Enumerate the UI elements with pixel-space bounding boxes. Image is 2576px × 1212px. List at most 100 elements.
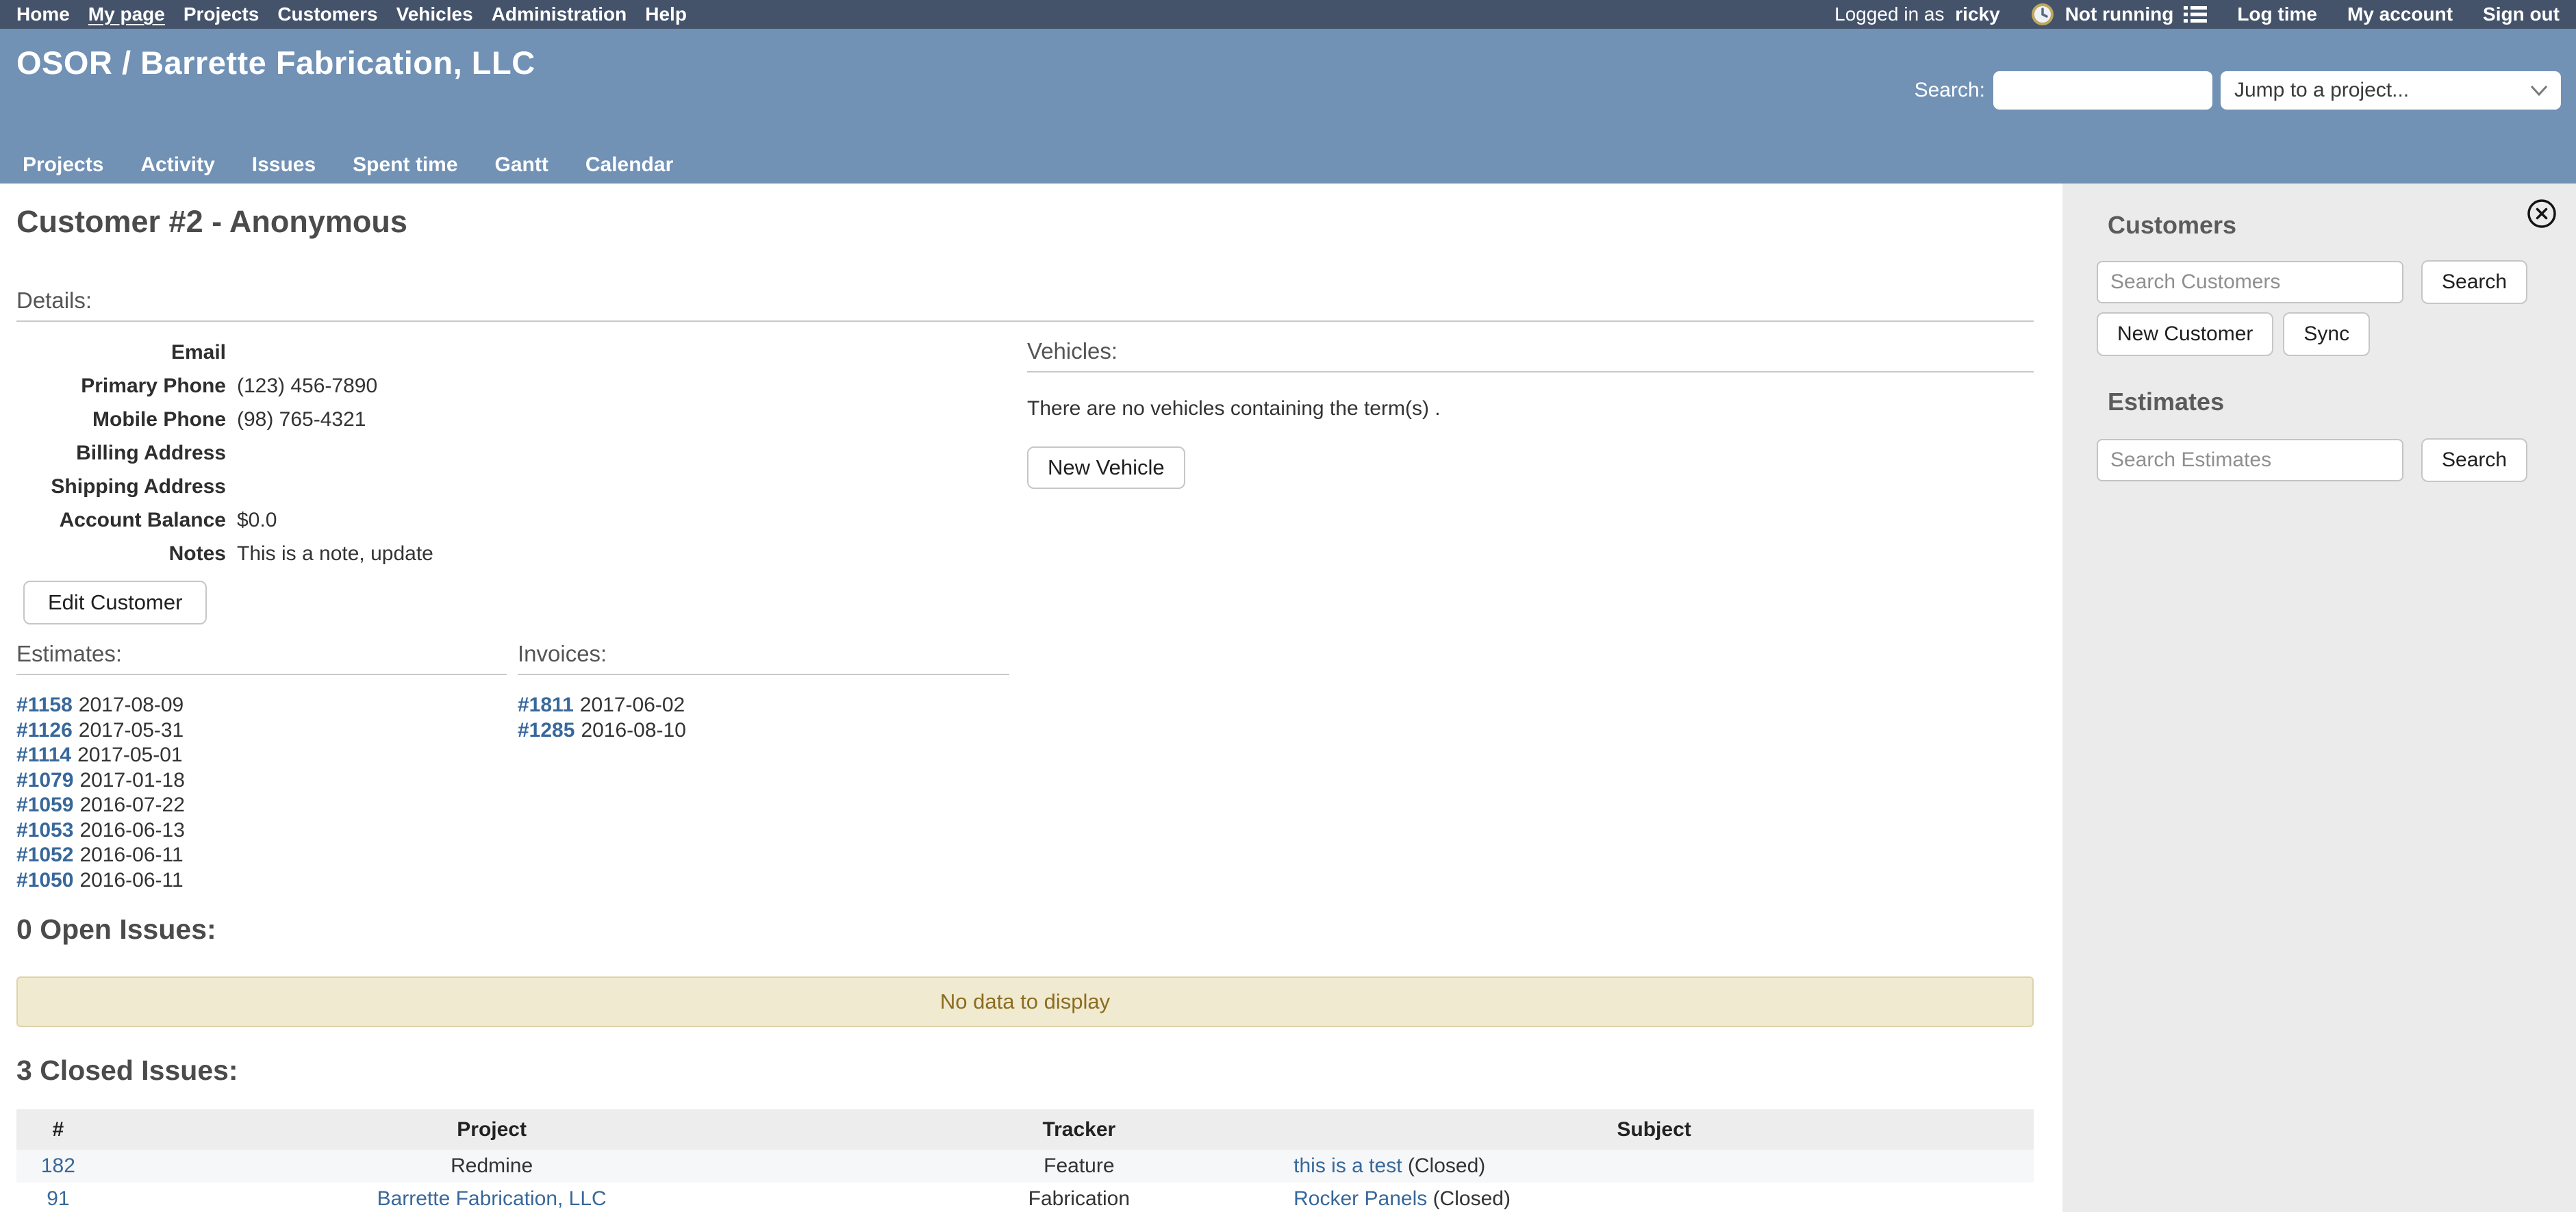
estimate-link[interactable]: #1158 (16, 694, 73, 716)
issue-id-link[interactable]: 91 (47, 1187, 69, 1210)
sidebar-estimates-heading: Estimates (2108, 388, 2224, 416)
vehicles-heading: Vehicles: (1027, 338, 2034, 373)
estimate-link[interactable]: #1114 (16, 744, 71, 766)
search-customers-input[interactable] (2097, 261, 2403, 303)
username-link[interactable]: ricky (1955, 3, 1999, 25)
estimate-date: 2016-06-13 (79, 819, 184, 842)
vehicles-empty-message: There are no vehicles containing the ter… (1027, 397, 2034, 420)
issue-id-link[interactable]: 182 (41, 1154, 75, 1177)
top-link-my-page[interactable]: My page (88, 3, 165, 25)
estimate-date: 2016-06-11 (79, 844, 183, 866)
top-menu-bar: Home My page Projects Customers Vehicles… (0, 0, 2576, 29)
invoice-link[interactable]: #1285 (518, 719, 574, 742)
tab-issues[interactable]: Issues (252, 153, 316, 177)
estimate-link[interactable]: #1079 (16, 769, 73, 792)
top-link-vehicles[interactable]: Vehicles (396, 3, 473, 25)
detail-label: Mobile Phone (16, 408, 226, 431)
issue-subject-link[interactable]: this is a test (1293, 1154, 1402, 1177)
sidebar: Customers Search New Customer Sync Estim… (2062, 184, 2576, 1212)
list-item: #1053 2016-06-13 (16, 818, 507, 844)
detail-row-shipping-address: Shipping Address (16, 470, 975, 503)
edit-customer-button[interactable]: Edit Customer (23, 581, 207, 624)
estimate-link[interactable]: #1052 (16, 844, 73, 866)
search-estimates-button[interactable]: Search (2421, 438, 2527, 482)
my-account-link[interactable]: My account (2347, 3, 2453, 25)
project-cell: Redmine (451, 1154, 533, 1177)
tab-activity[interactable]: Activity (140, 153, 214, 177)
estimate-link[interactable]: #1050 (16, 869, 73, 892)
invoice-date: 2016-08-10 (581, 719, 685, 742)
sidebar-customers-heading: Customers (2108, 211, 2236, 240)
detail-label: Shipping Address (16, 475, 226, 498)
top-link-projects[interactable]: Projects (184, 3, 260, 25)
column-header-subject: Subject (1274, 1109, 2034, 1150)
list-item: #10502016-06-11 (16, 868, 507, 894)
estimate-date: 2016-07-22 (79, 794, 184, 816)
list-item: #1114 2017-05-01 (16, 743, 507, 768)
list-item: #1079 2017-01-18 (16, 768, 507, 794)
issue-subject-link[interactable]: Rocker Panels (1293, 1187, 1427, 1210)
timer-status-text: Not running (2065, 3, 2174, 25)
timer-list-icon[interactable] (2184, 5, 2207, 24)
detail-value: $0.0 (226, 509, 277, 532)
customers-actions-row: New Customer Sync (2097, 312, 2370, 356)
estimates-list: #11582017-08-09 #11262017-05-31 #1114201… (16, 693, 507, 893)
detail-row-billing-address: Billing Address (16, 436, 975, 470)
sync-button[interactable]: Sync (2283, 312, 2370, 356)
close-sidebar-button[interactable] (2525, 197, 2558, 230)
detail-label: Billing Address (16, 442, 226, 465)
tracker-cell: Fabrication (1028, 1187, 1130, 1210)
new-vehicle-button[interactable]: New Vehicle (1027, 446, 1185, 489)
jump-select-value: Jump to a project... (2234, 79, 2409, 102)
invoices-heading: Invoices: (518, 641, 1009, 675)
estimate-date: 2017-05-31 (79, 719, 184, 742)
app-window: Home My page Projects Customers Vehicles… (0, 0, 2576, 1212)
search-input[interactable] (1993, 71, 2212, 110)
estimate-date: 2017-01-18 (79, 769, 184, 792)
invoice-link[interactable]: #1811 (518, 694, 574, 716)
estimates-heading: Estimates: (16, 641, 507, 675)
sign-out-link[interactable]: Sign out (2483, 3, 2560, 25)
list-item: #1052 2016-06-11 (16, 843, 507, 868)
table-header-row: # Project Tracker Subject (16, 1109, 2034, 1150)
detail-label: Account Balance (16, 509, 226, 532)
close-icon (2525, 197, 2558, 230)
estimates-search-row: Search (2097, 438, 2527, 482)
page-title: Customer #2 - Anonymous (16, 204, 407, 240)
estimate-link[interactable]: #1053 (16, 819, 73, 842)
search-estimates-input[interactable] (2097, 439, 2403, 481)
logged-in-as: Logged in as ricky (1834, 3, 2000, 25)
timer-widget: Not running (2030, 2, 2208, 27)
log-time-link[interactable]: Log time (2237, 3, 2317, 25)
top-link-home[interactable]: Home (16, 3, 70, 25)
list-item: #1811 2017-06-02 (518, 693, 1009, 718)
tab-gantt[interactable]: Gantt (495, 153, 548, 177)
tab-calendar[interactable]: Calendar (585, 153, 673, 177)
estimate-date: 2017-05-01 (77, 744, 182, 766)
column-header-id: # (16, 1109, 100, 1150)
details-heading: Details: (16, 288, 2034, 322)
top-link-administration[interactable]: Administration (492, 3, 627, 25)
timer-clock-icon (2030, 2, 2055, 27)
top-link-customers[interactable]: Customers (277, 3, 377, 25)
tab-spent-time[interactable]: Spent time (353, 153, 457, 177)
invoice-date: 2017-06-02 (580, 694, 685, 716)
project-link[interactable]: Barrette Fabrication, LLC (377, 1187, 607, 1210)
top-link-help[interactable]: Help (645, 3, 687, 25)
project-header: OSOR / Barrette Fabrication, LLC Search:… (0, 29, 2576, 184)
vehicles-section: Vehicles: There are no vehicles containi… (1027, 338, 2034, 489)
detail-row-account-balance: Account Balance $0.0 (16, 503, 975, 537)
tab-projects[interactable]: Projects (23, 153, 103, 177)
chevron-down-icon (2529, 83, 2549, 98)
main-tabs: Projects Activity Issues Spent time Gant… (23, 153, 673, 177)
jump-to-project-select[interactable]: Jump to a project... (2221, 71, 2561, 110)
customers-search-row: Search (2097, 260, 2527, 304)
estimate-link[interactable]: #1126 (16, 719, 73, 742)
new-customer-button[interactable]: New Customer (2097, 312, 2273, 356)
page-header-title: OSOR / Barrette Fabrication, LLC (16, 44, 535, 81)
issue-status-suffix: (Closed) (1427, 1187, 1511, 1210)
list-item: #1126 2017-05-31 (16, 718, 507, 744)
search-customers-button[interactable]: Search (2421, 260, 2527, 304)
estimate-link[interactable]: #1059 (16, 794, 73, 816)
table-row: 182 Redmine Feature this is a test (Clos… (16, 1150, 2034, 1183)
